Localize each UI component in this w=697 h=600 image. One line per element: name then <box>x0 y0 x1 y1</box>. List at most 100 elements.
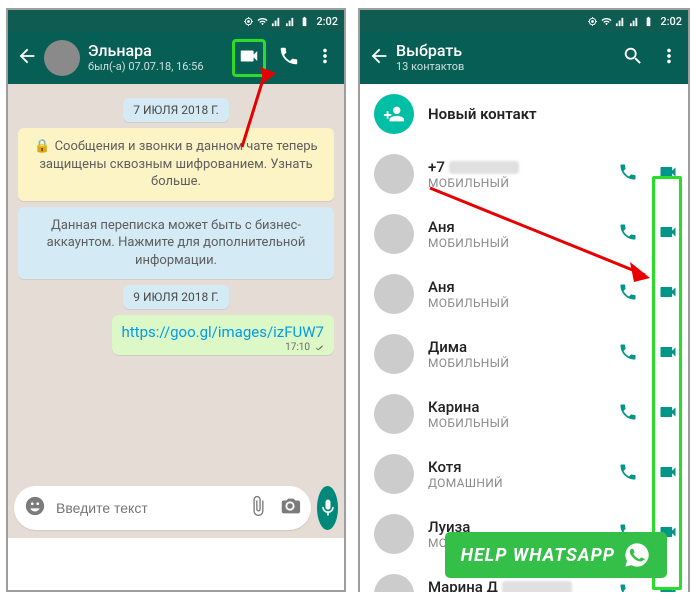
video-call-button[interactable] <box>658 462 678 486</box>
contact-name: Котя <box>428 458 618 476</box>
chat-body: 7 ИЮЛЯ 2018 Г. 🔒Сообщения и звонки в дан… <box>8 84 344 538</box>
voice-call-button[interactable] <box>618 582 638 592</box>
search-icon <box>622 45 644 67</box>
phone-icon <box>618 222 638 242</box>
contact-avatar <box>374 574 414 592</box>
video-call-button[interactable] <box>658 342 678 366</box>
phone-icon <box>618 282 638 302</box>
mic-icon <box>318 498 338 518</box>
contact-avatar <box>374 154 414 194</box>
status-bar: 2:02 <box>360 10 688 32</box>
contact-sub: МОБИЛЬНЫЙ <box>428 416 618 430</box>
video-icon <box>658 162 678 182</box>
contact-avatar <box>374 334 414 374</box>
attach-icon <box>247 495 269 517</box>
back-button[interactable] <box>368 45 390 71</box>
attach-button[interactable] <box>247 495 269 521</box>
voice-call-button[interactable] <box>278 45 300 71</box>
contact-avatar <box>374 394 414 434</box>
contact-row[interactable]: ДимаМОБИЛЬНЫЙ <box>360 324 688 384</box>
voice-call-button[interactable] <box>618 342 638 366</box>
phone-icon <box>618 582 638 592</box>
new-contact-item[interactable]: Новый контакт <box>360 84 688 144</box>
picker-subtitle: 13 контактов <box>396 61 622 74</box>
video-icon <box>658 282 678 302</box>
voice-call-button[interactable] <box>618 282 638 306</box>
voice-call-button[interactable] <box>618 402 638 426</box>
video-call-button[interactable] <box>658 222 678 246</box>
contact-info[interactable]: Эльнара был(-а) 07.07.18, 16:56 <box>88 42 234 73</box>
contact-row[interactable]: КотяДОМАШНИЙ <box>360 444 688 504</box>
camera-icon <box>279 495 301 517</box>
phone-icon <box>278 45 300 67</box>
help-label: HELP WHATSAPP <box>461 545 615 566</box>
lock-icon: 🔒 <box>34 139 50 154</box>
emoji-icon <box>24 495 46 517</box>
video-call-button[interactable] <box>658 162 678 186</box>
video-call-button[interactable] <box>658 582 678 592</box>
voice-call-button[interactable] <box>618 162 638 186</box>
contact-row[interactable]: КаринаМОБИЛЬНЫЙ <box>360 384 688 444</box>
more-menu-button[interactable] <box>658 45 680 71</box>
message-time: 17:10 <box>285 342 310 353</box>
contact-row[interactable]: АняМОБИЛЬНЫЙ <box>360 264 688 324</box>
contact-row[interactable]: +7МОБИЛЬНЫЙ <box>360 144 688 204</box>
video-icon <box>658 582 678 592</box>
phone-icon <box>618 462 638 482</box>
contact-avatar <box>374 454 414 494</box>
date-chip: 7 ИЮЛЯ 2018 Г. <box>123 98 228 122</box>
contact-avatar <box>374 514 414 554</box>
contact-name: Эльнара <box>88 42 234 60</box>
business-banner[interactable]: Данная переписка может быть с бизнес-акк… <box>18 207 334 280</box>
date-chip: 9 ИЮЛЯ 2018 Г. <box>123 285 228 309</box>
back-button[interactable] <box>16 45 38 71</box>
contact-avatar <box>374 214 414 254</box>
encryption-banner[interactable]: 🔒Сообщения и звонки в данном чате теперь… <box>18 128 334 201</box>
message-link[interactable]: https://goo.gl/images/izFUW7 <box>122 323 324 341</box>
contact-sub: МОБИЛЬНЫЙ <box>428 236 618 250</box>
phone-right: 2:02 Выбрать 13 контактов Новый контакт … <box>358 8 690 592</box>
more-menu-button[interactable] <box>314 45 336 71</box>
more-icon <box>658 45 680 67</box>
video-icon <box>658 462 678 482</box>
delivered-icon <box>312 343 326 353</box>
phone-icon <box>618 342 638 362</box>
chat-header: Эльнара был(-а) 07.07.18, 16:56 <box>8 32 344 84</box>
video-icon <box>658 222 678 242</box>
contact-list[interactable]: Новый контакт +7МОБИЛЬНЫЙАняМОБИЛЬНЫЙАня… <box>360 84 688 592</box>
phone-left: 2:02 Эльнара был(-а) 07.07.18, 16:56 7 И… <box>6 8 346 592</box>
contact-name: Марина Д <box>428 578 618 592</box>
message-sent[interactable]: https://goo.gl/images/izFUW7 17:10 <box>112 315 334 355</box>
contact-sub: МОБИЛЬНЫЙ <box>428 356 618 370</box>
contact-row[interactable]: АняМОБИЛЬНЫЙ <box>360 204 688 264</box>
avatar[interactable] <box>44 40 80 76</box>
voice-call-button[interactable] <box>618 462 638 486</box>
search-button[interactable] <box>622 45 644 71</box>
camera-button[interactable] <box>279 495 301 521</box>
contact-sub: МОБИЛЬНЫЙ <box>428 176 618 190</box>
emoji-button[interactable] <box>24 495 46 521</box>
voice-call-button[interactable] <box>618 222 638 246</box>
video-call-button[interactable] <box>658 402 678 426</box>
phone-icon <box>618 162 638 182</box>
new-contact-label: Новый контакт <box>428 105 678 123</box>
more-icon <box>314 45 336 67</box>
contact-sub: МОБИЛЬНЫЙ <box>428 296 618 310</box>
status-bar: 2:02 <box>8 10 344 32</box>
picker-title: Выбрать <box>396 42 622 60</box>
phone-icon <box>618 402 638 422</box>
contact-name: Аня <box>428 278 618 296</box>
video-call-button[interactable] <box>234 41 264 75</box>
input-bar <box>14 486 338 530</box>
clock: 2:02 <box>660 15 682 28</box>
contact-avatar <box>374 274 414 314</box>
mic-button[interactable] <box>317 486 338 530</box>
video-icon <box>238 45 260 67</box>
whatsapp-icon <box>623 541 651 569</box>
message-input[interactable] <box>56 500 237 516</box>
contact-name: +7 <box>428 158 618 176</box>
video-call-button[interactable] <box>658 282 678 306</box>
last-seen: был(-а) 07.07.18, 16:56 <box>88 61 234 74</box>
add-person-icon <box>374 94 414 134</box>
help-whatsapp-banner: HELP WHATSAPP <box>445 532 667 578</box>
